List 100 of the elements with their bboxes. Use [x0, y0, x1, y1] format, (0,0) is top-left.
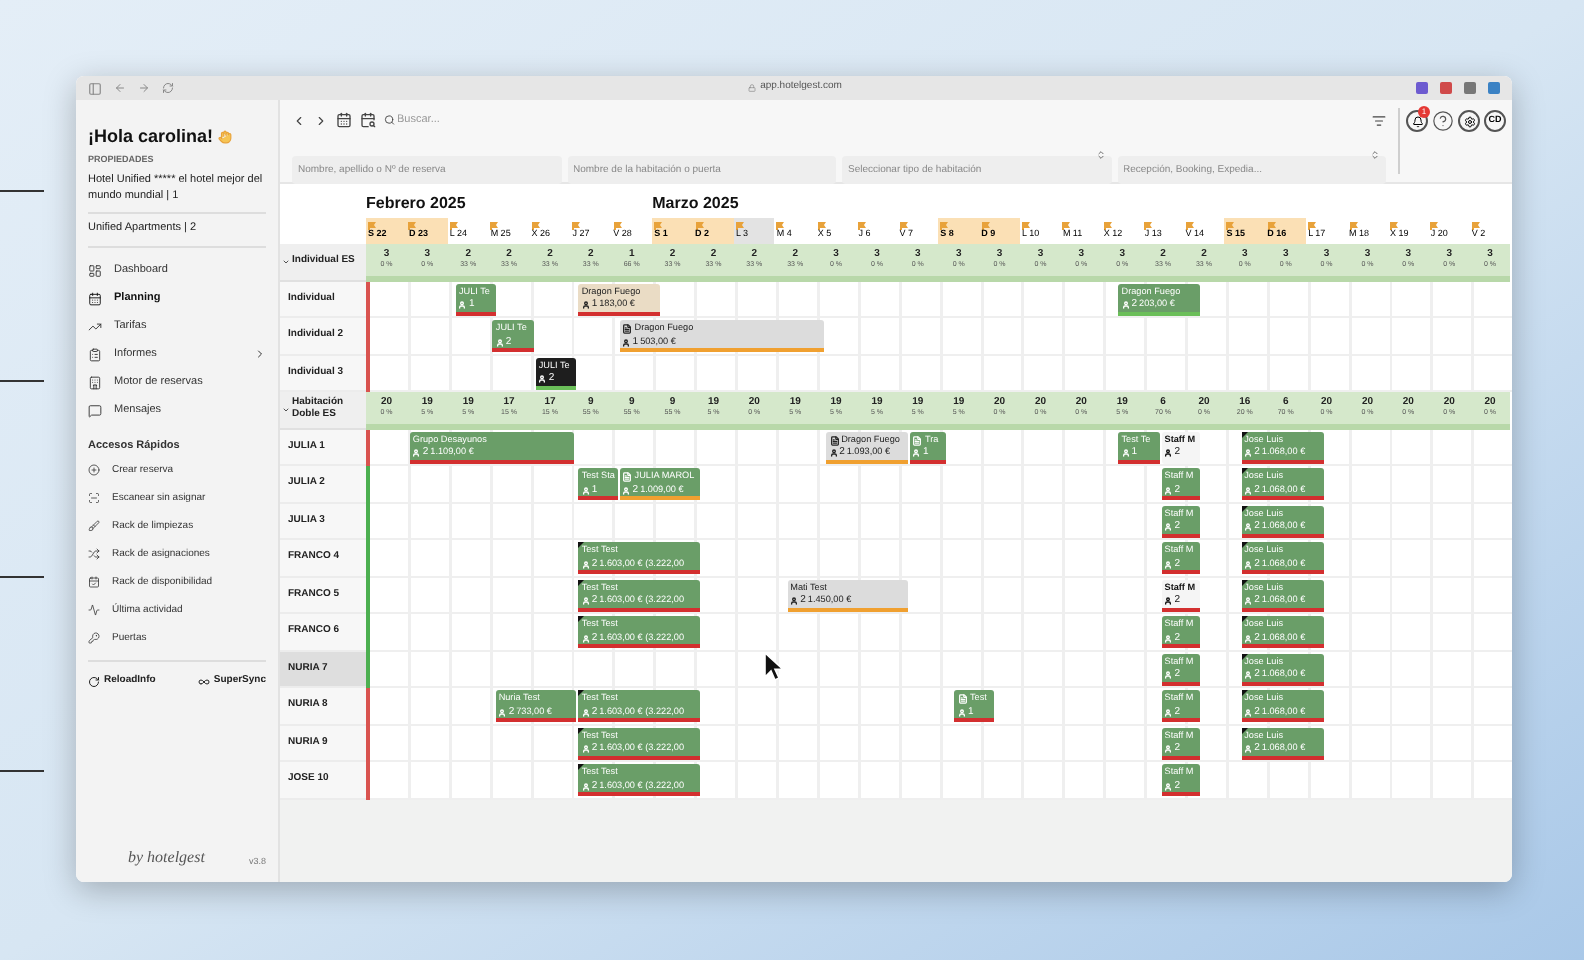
person-icon [1164, 559, 1173, 570]
person-icon [957, 707, 966, 718]
flag-icon [490, 222, 499, 231]
flag-icon [368, 222, 376, 231]
person-icon [1121, 448, 1130, 459]
person-icon [581, 633, 590, 644]
flag-icon [695, 222, 703, 231]
trend-icon [88, 319, 102, 334]
person-icon [1164, 707, 1173, 718]
select-arrows-icon [1095, 149, 1105, 160]
person-icon [581, 707, 590, 718]
key-icon [88, 632, 100, 645]
forward-icon[interactable] [138, 82, 150, 94]
person-icon [622, 337, 631, 348]
flag-icon [817, 222, 826, 231]
person-icon [1244, 522, 1253, 533]
person-icon [581, 744, 590, 755]
filter-icon[interactable] [1372, 113, 1386, 128]
flag-icon [1389, 222, 1398, 231]
person-icon [1164, 670, 1173, 681]
flag-icon [1471, 222, 1480, 231]
person-icon [1164, 596, 1173, 607]
reload-icon [88, 675, 100, 688]
person-icon [581, 485, 590, 496]
person-icon [581, 300, 590, 311]
settings-icon [1463, 115, 1475, 127]
person-icon [581, 596, 590, 607]
flag-icon [858, 222, 867, 231]
person-icon [498, 707, 507, 718]
bell-icon [1411, 115, 1423, 127]
reload-icon[interactable] [162, 82, 174, 94]
search-icon [384, 114, 396, 127]
flag-icon [1308, 222, 1317, 231]
tick-mark [0, 190, 44, 192]
flag-icon [1062, 222, 1071, 231]
person-icon [1244, 744, 1253, 755]
calendar-search-icon[interactable] [360, 112, 376, 129]
person-icon [1244, 707, 1253, 718]
tick-mark [0, 380, 44, 382]
person-icon [1244, 670, 1253, 681]
person-icon [412, 448, 421, 459]
flag-icon [654, 222, 663, 231]
flag-icon [1349, 222, 1357, 231]
next-icon[interactable] [314, 113, 328, 128]
flag-icon [1226, 222, 1235, 231]
calendar-icon [88, 291, 102, 306]
person-icon [829, 448, 838, 459]
sidebar-toggle-icon[interactable] [88, 81, 102, 95]
mouse-cursor-icon [764, 652, 784, 682]
flag-icon [1185, 222, 1194, 231]
settings-button[interactable] [1458, 110, 1480, 132]
flag-icon [1022, 222, 1030, 231]
person-icon [1244, 559, 1253, 570]
person-icon [1164, 485, 1173, 496]
person-icon [622, 485, 631, 496]
plus-circle-icon [88, 464, 100, 477]
infinity-icon [197, 675, 210, 688]
select-arrows-icon [1370, 149, 1380, 160]
flag-icon [1430, 222, 1439, 231]
back-icon[interactable] [114, 82, 126, 94]
calendar-check-icon [88, 576, 100, 589]
flag-icon [940, 222, 949, 231]
dashboard-icon [88, 263, 102, 278]
brand-logo: by hotelgest [128, 846, 205, 870]
person-icon [1164, 633, 1173, 644]
month-title: Febrero 2025 [366, 192, 466, 216]
flag-icon [1267, 222, 1276, 231]
person-icon [538, 374, 547, 385]
flag-icon [735, 222, 744, 231]
flag-icon [449, 222, 458, 231]
flag-icon [531, 222, 540, 231]
person-icon [790, 596, 799, 607]
flag-icon [776, 222, 785, 231]
person-icon [912, 448, 921, 459]
flag-icon [981, 222, 990, 231]
activity-icon [88, 604, 100, 617]
person-icon [581, 781, 590, 792]
person-icon [1164, 781, 1173, 792]
person-icon [1244, 448, 1253, 459]
tick-mark [0, 576, 44, 578]
person-icon [1244, 485, 1253, 496]
person-icon [1164, 448, 1173, 459]
lock-icon [748, 84, 757, 92]
person-icon [458, 300, 467, 311]
person-icon [1244, 596, 1253, 607]
hotel-icon [88, 375, 102, 390]
flag-icon [1103, 222, 1112, 231]
flag-icon [613, 222, 622, 231]
previous-icon[interactable] [292, 113, 306, 128]
person-icon [581, 559, 590, 570]
month-title: Marzo 2025 [652, 192, 739, 216]
flag-icon [572, 222, 581, 231]
calendar-icon[interactable] [336, 112, 352, 129]
flag-icon [408, 222, 417, 231]
scan-icon [88, 492, 100, 505]
flag-icon [899, 222, 908, 231]
report-icon [88, 347, 102, 362]
help-icon[interactable] [1432, 110, 1454, 132]
brush-icon [88, 520, 100, 533]
greeting-title: ¡Hola carolina! [88, 124, 214, 150]
